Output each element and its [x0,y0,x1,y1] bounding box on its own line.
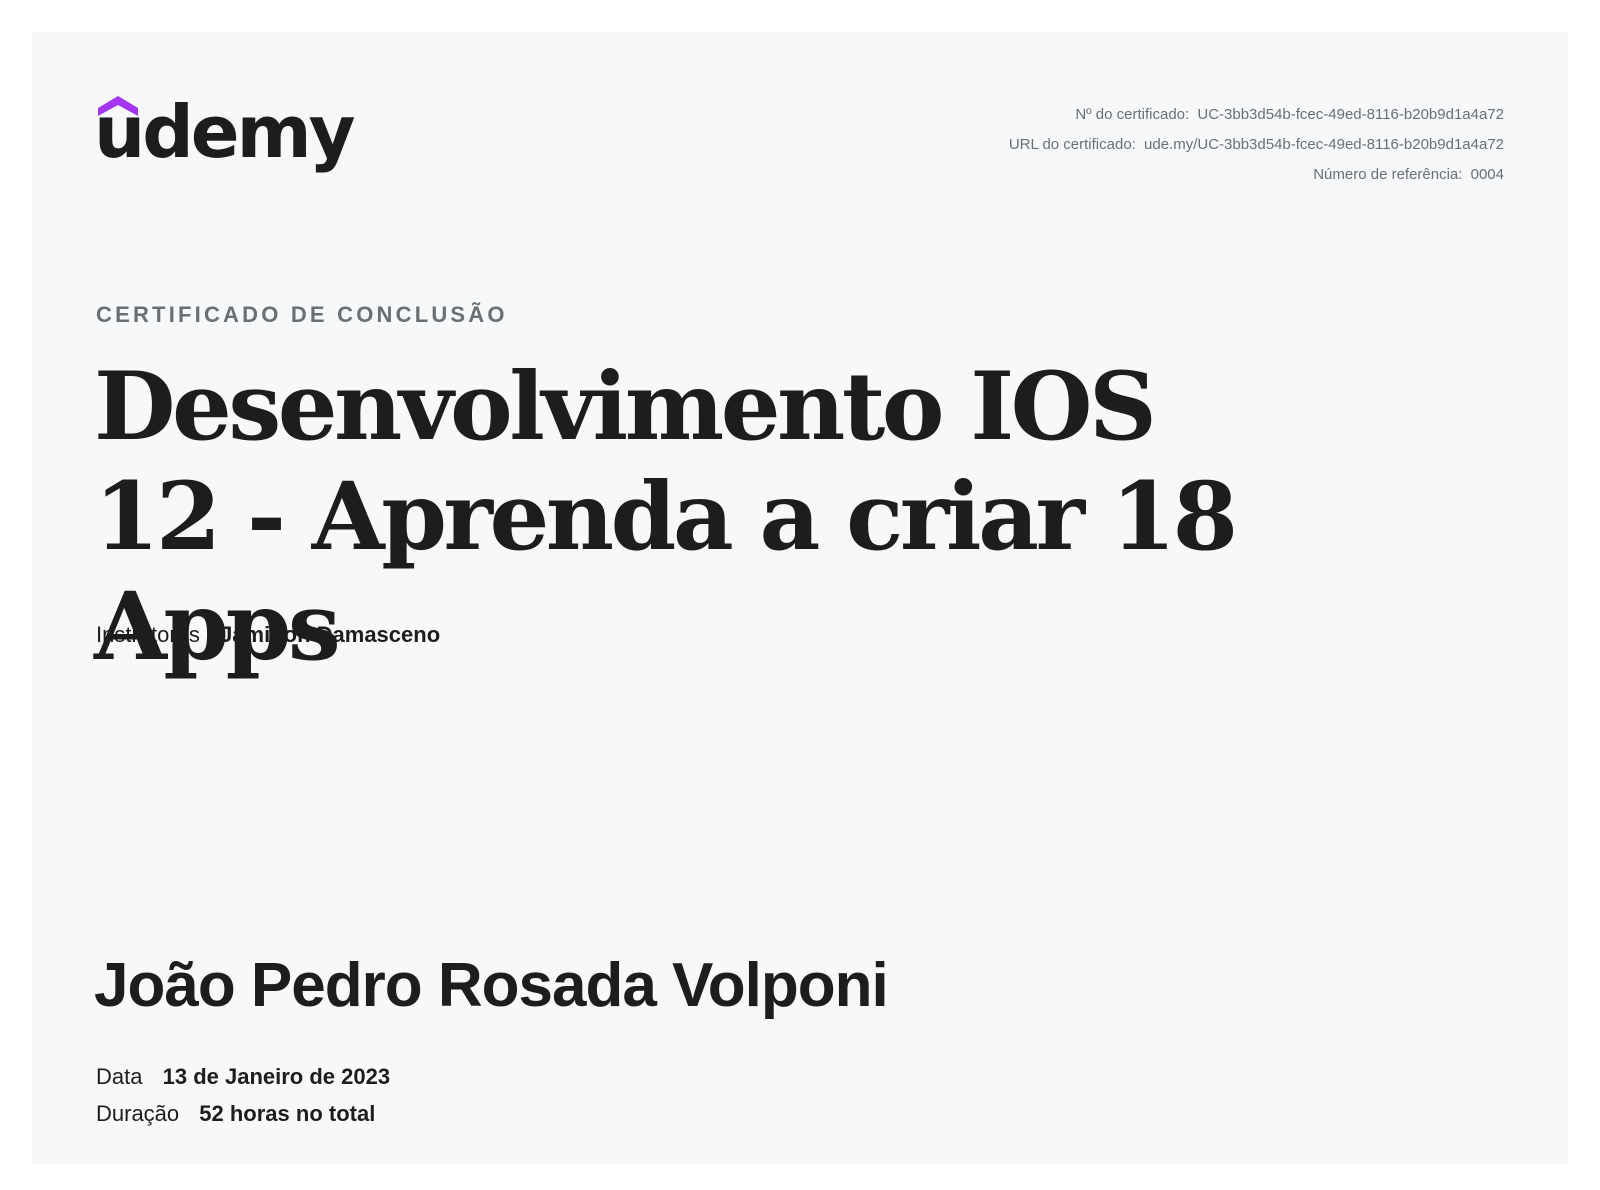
certificate-meta: Nº do certificado: UC-3bb3d54b-fcec-49ed… [1009,100,1504,190]
cert-url-label: URL do certificado: [1008,136,1136,153]
reference-number: 0004 [1470,166,1504,183]
student-name: João Pedro Rosada Volponi [94,951,889,1020]
cert-number: UC-3bb3d54b-fcec-49ed-8116-b20b9d1a4a72 [1197,106,1504,123]
udemy-logo: udemy [94,90,356,196]
duration-row: Duração 52 horas no total [96,1095,390,1132]
instructors-line: Instrutores Jamilton Damasceno [96,622,440,648]
certificate-details: Data 13 de Janeiro de 2023 Duração 52 ho… [96,1058,390,1132]
logo-wordmark: udemy [94,90,356,174]
date-label: Data [96,1064,143,1089]
cert-url: ude.my/UC-3bb3d54b-fcec-49ed-8116-b20b9d… [1144,136,1504,153]
cert-url-row: URL do certificado: ude.my/UC-3bb3d54b-f… [1009,130,1504,160]
certificate-eyebrow: CERTIFICADO DE CONCLUSÃO [96,302,508,327]
reference-label: Número de referência: [1313,166,1463,183]
course-duration: 52 horas no total [199,1101,376,1126]
cert-number-label: Nº do certificado: [1075,106,1190,123]
completion-date: 13 de Janeiro de 2023 [162,1064,391,1089]
duration-label: Duração [96,1101,180,1126]
instructors-label: Instrutores [96,622,200,647]
instructor-name: Jamilton Damasceno [220,622,441,647]
cert-number-row: Nº do certificado: UC-3bb3d54b-fcec-49ed… [1009,100,1504,130]
certificate: udemy Nº do certificado: UC-3bb3d54b-fce… [32,32,1568,1164]
date-row: Data 13 de Janeiro de 2023 [96,1058,390,1095]
reference-row: Número de referência: 0004 [1009,160,1504,190]
